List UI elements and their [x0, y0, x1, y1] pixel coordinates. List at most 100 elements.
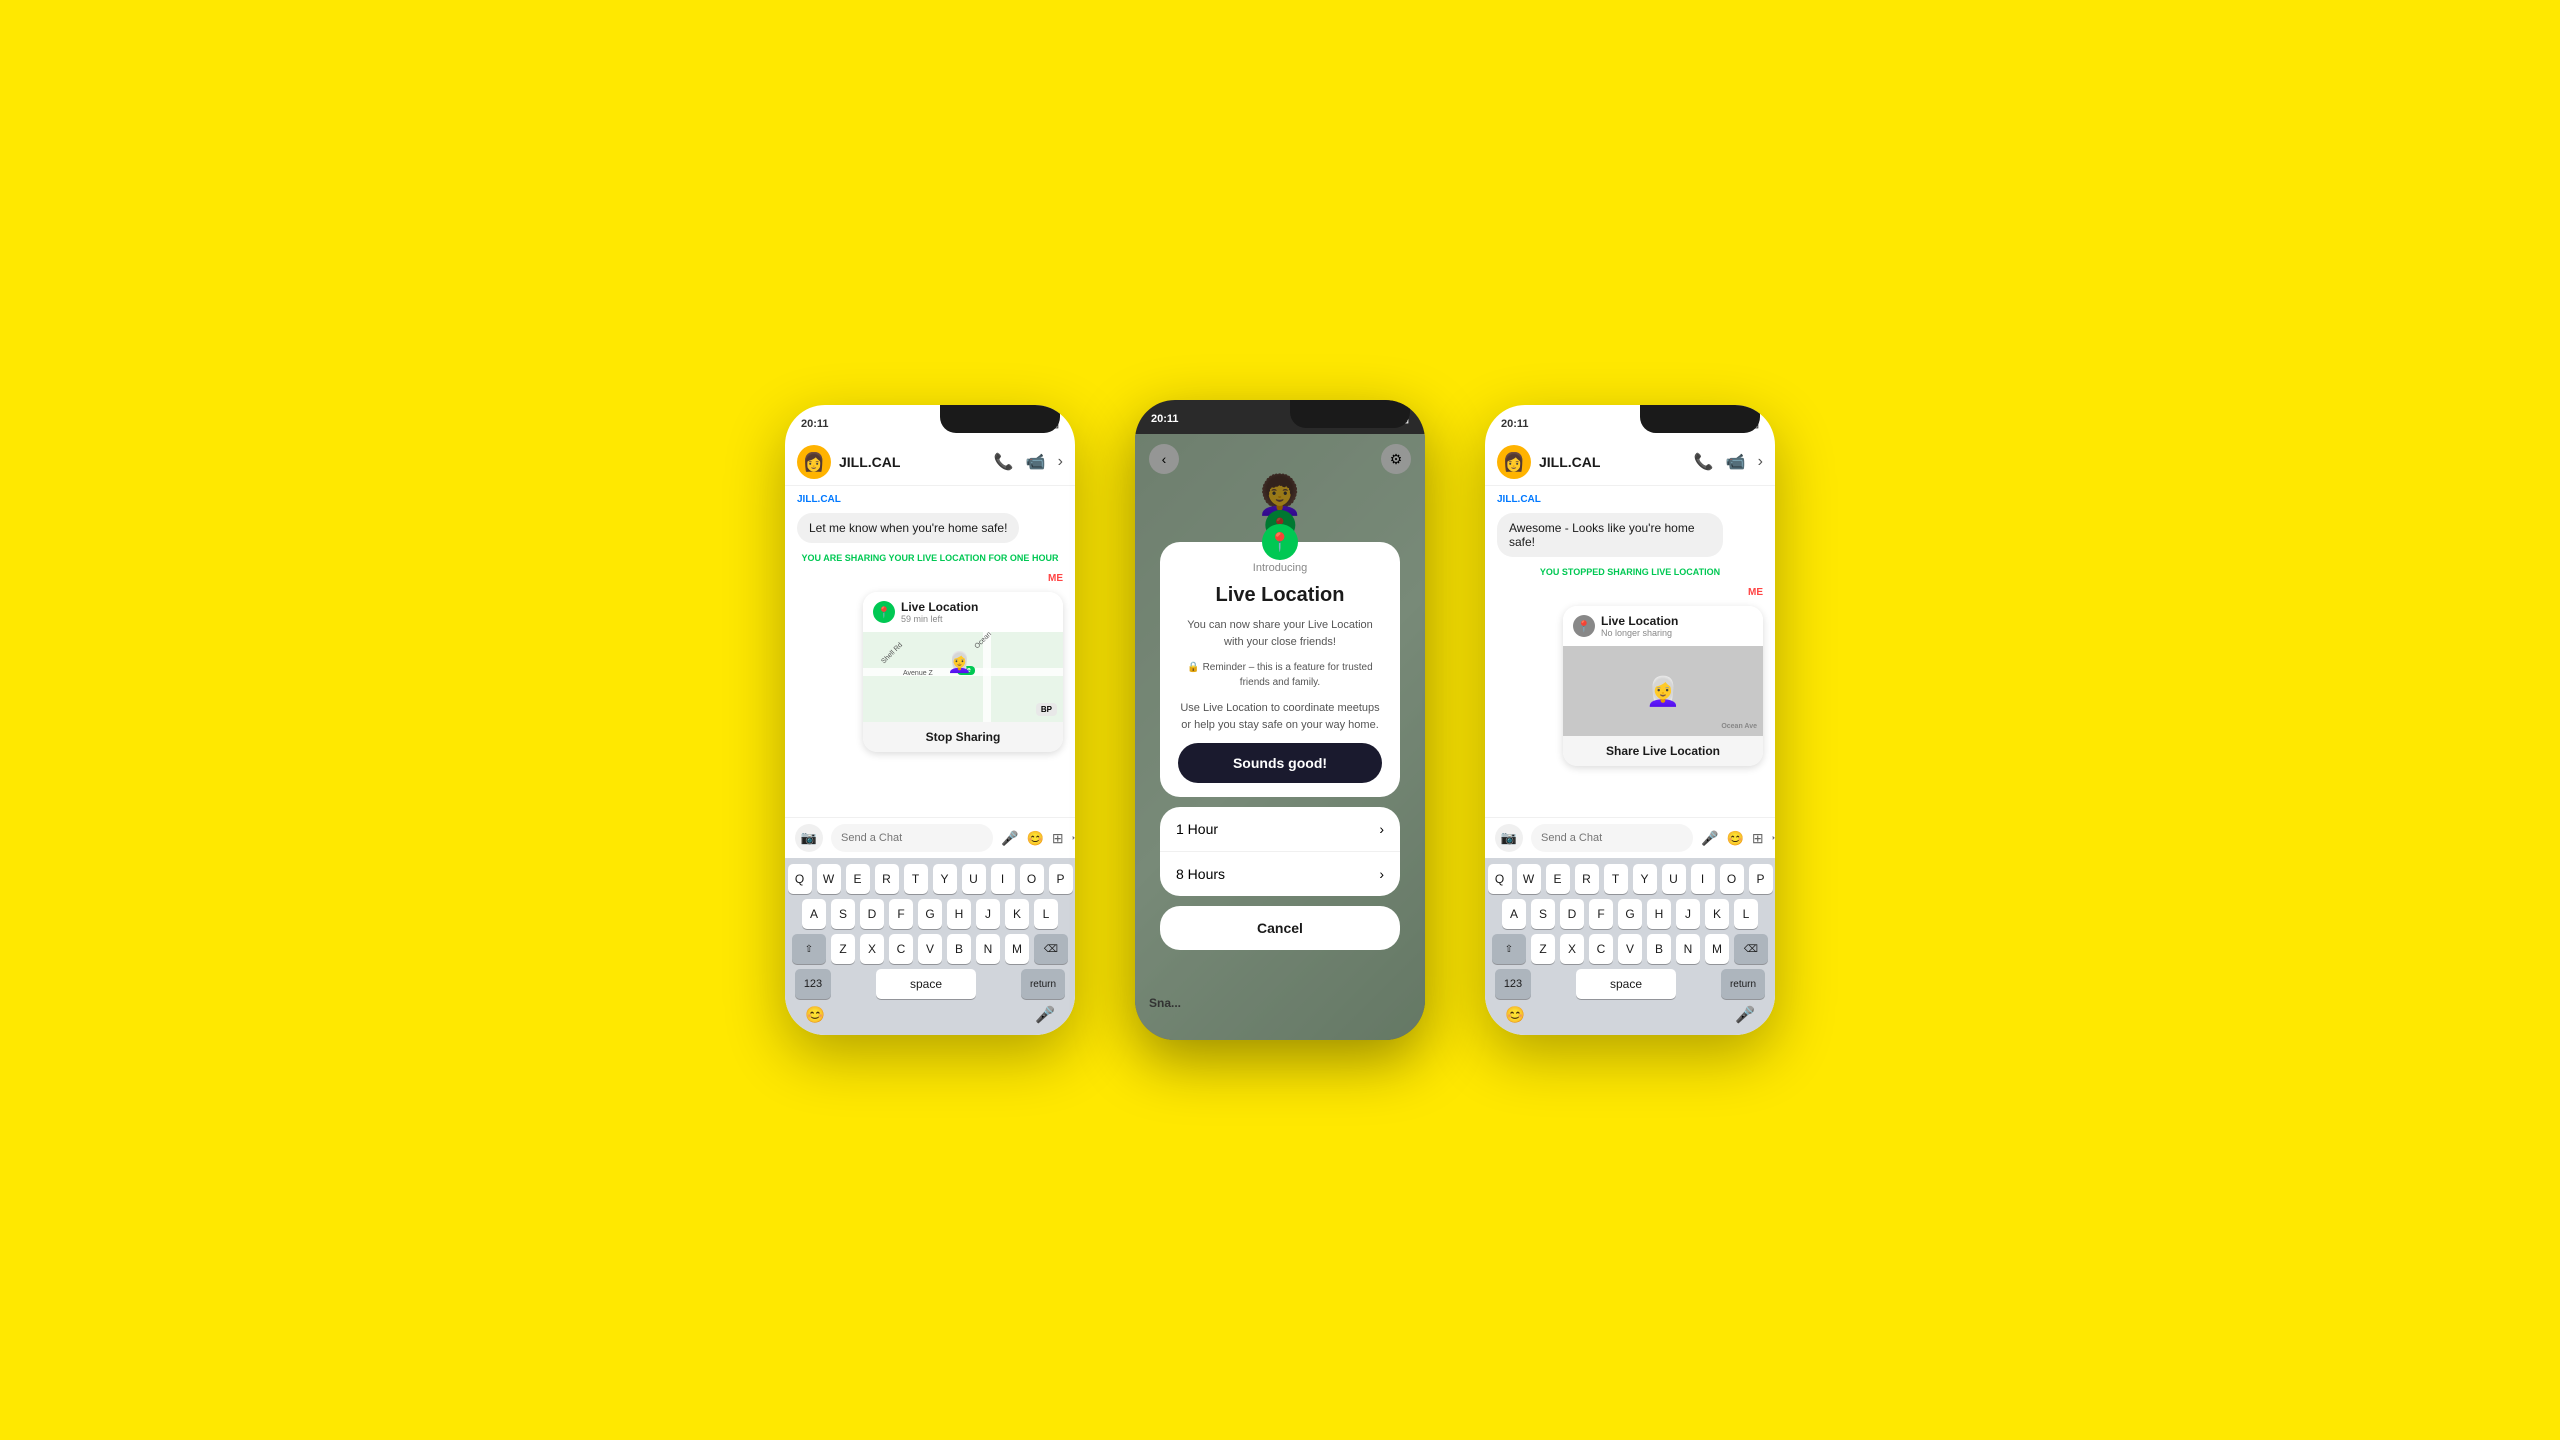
live-location-card-1[interactable]: 📍 Live Location 59 min left Shell Rd Ave… [863, 592, 1063, 752]
camera-btn-1[interactable]: 📷 [795, 824, 823, 852]
key-c-1[interactable]: C [889, 934, 913, 964]
attach-icon-3[interactable]: ⊞ [1752, 830, 1764, 847]
key-q-3[interactable]: Q [1488, 864, 1512, 894]
duration-item-1hour[interactable]: 1 Hour › [1160, 807, 1400, 852]
key-n-3[interactable]: N [1676, 934, 1700, 964]
space-key-3[interactable]: space [1576, 969, 1676, 999]
key-n-1[interactable]: N [976, 934, 1000, 964]
key-r-3[interactable]: R [1575, 864, 1599, 894]
emoji-keyboard-icon-3[interactable]: 😊 [1505, 1005, 1525, 1025]
key-w-1[interactable]: W [817, 864, 841, 894]
shift-key-3[interactable]: ⇧ [1492, 934, 1526, 964]
key-o-1[interactable]: O [1020, 864, 1044, 894]
live-location-card-3[interactable]: 📍 Live Location No longer sharing 👩‍🦳 Oc… [1563, 606, 1763, 766]
key-t-1[interactable]: T [904, 864, 928, 894]
key-d-3[interactable]: D [1560, 899, 1584, 929]
key-v-3[interactable]: V [1618, 934, 1642, 964]
modal-title-2: Live Location [1216, 584, 1345, 607]
key-m-3[interactable]: M [1705, 934, 1729, 964]
key-l-1[interactable]: L [1034, 899, 1058, 929]
key-j-3[interactable]: J [1676, 899, 1700, 929]
delete-key-1[interactable]: ⌫ [1034, 934, 1068, 964]
key-x-3[interactable]: X [1560, 934, 1584, 964]
phone-icon-3[interactable]: 📞 [1694, 452, 1714, 472]
key-w-3[interactable]: W [1517, 864, 1541, 894]
key-y-1[interactable]: Y [933, 864, 957, 894]
emoji-icon-3[interactable]: 😊 [1726, 830, 1743, 847]
key-a-1[interactable]: A [802, 899, 826, 929]
key-v-1[interactable]: V [918, 934, 942, 964]
mic-icon-1[interactable]: 🎤 [1001, 830, 1018, 847]
key-l-3[interactable]: L [1734, 899, 1758, 929]
chat-input-1[interactable] [831, 824, 993, 852]
chat-input-3[interactable] [1531, 824, 1693, 852]
key-f-3[interactable]: F [1589, 899, 1613, 929]
more-icon-3[interactable]: › [1758, 453, 1763, 471]
key-j-1[interactable]: J [976, 899, 1000, 929]
key-123-3[interactable]: 123 [1495, 969, 1531, 999]
key-h-1[interactable]: H [947, 899, 971, 929]
key-a-3[interactable]: A [1502, 899, 1526, 929]
video-icon-3[interactable]: 📹 [1726, 452, 1746, 472]
snap-icon-3[interactable]: ✈ [1772, 830, 1775, 847]
duration-item-8hours[interactable]: 8 Hours › [1160, 852, 1400, 896]
key-z-3[interactable]: Z [1531, 934, 1555, 964]
phone-icon-1[interactable]: 📞 [994, 452, 1014, 472]
avatar-1: 👩 [797, 445, 831, 479]
key-i-1[interactable]: I [991, 864, 1015, 894]
key-u-1[interactable]: U [962, 864, 986, 894]
key-d-1[interactable]: D [860, 899, 884, 929]
key-123-1[interactable]: 123 [795, 969, 831, 999]
key-t-3[interactable]: T [1604, 864, 1628, 894]
key-s-1[interactable]: S [831, 899, 855, 929]
sounds-good-btn[interactable]: Sounds good! [1178, 743, 1382, 783]
emoji-icon-1[interactable]: 😊 [1026, 830, 1043, 847]
introducing-label: Introducing [1253, 562, 1307, 574]
camera-btn-3[interactable]: 📷 [1495, 824, 1523, 852]
key-h-3[interactable]: H [1647, 899, 1671, 929]
key-q-1[interactable]: Q [788, 864, 812, 894]
key-r-1[interactable]: R [875, 864, 899, 894]
key-p-1[interactable]: P [1049, 864, 1073, 894]
key-b-3[interactable]: B [1647, 934, 1671, 964]
key-s-3[interactable]: S [1531, 899, 1555, 929]
mic-icon-3[interactable]: 🎤 [1701, 830, 1718, 847]
phone-notch-2 [1290, 400, 1410, 428]
key-m-1[interactable]: M [1005, 934, 1029, 964]
location-pin-1: 📍 [873, 601, 895, 623]
delete-key-3[interactable]: ⌫ [1734, 934, 1768, 964]
key-e-3[interactable]: E [1546, 864, 1570, 894]
share-location-btn-3[interactable]: Share Live Location [1563, 736, 1763, 766]
key-x-1[interactable]: X [860, 934, 884, 964]
key-f-1[interactable]: F [889, 899, 913, 929]
keyboard-bottom-1: 123 space return [789, 969, 1071, 999]
space-key-1[interactable]: space [876, 969, 976, 999]
more-icon-1[interactable]: › [1058, 453, 1063, 471]
key-y-3[interactable]: Y [1633, 864, 1657, 894]
key-g-3[interactable]: G [1618, 899, 1642, 929]
key-k-3[interactable]: K [1705, 899, 1729, 929]
return-key-1[interactable]: return [1021, 969, 1065, 999]
key-k-1[interactable]: K [1005, 899, 1029, 929]
cancel-btn-2[interactable]: Cancel [1160, 906, 1400, 950]
map-background-2: ‹ 👩‍🦱 📍 Sna... ⚙ 📍 Introducing Live Loca… [1135, 434, 1425, 1040]
keyboard-row3-1: ⇧ Z X C V B N M ⌫ [789, 934, 1071, 964]
key-p-3[interactable]: P [1749, 864, 1773, 894]
key-o-3[interactable]: O [1720, 864, 1744, 894]
key-c-3[interactable]: C [1589, 934, 1613, 964]
shift-key-1[interactable]: ⇧ [792, 934, 826, 964]
stop-sharing-btn-1[interactable]: Stop Sharing [863, 722, 1063, 752]
attach-icon-1[interactable]: ⊞ [1052, 830, 1064, 847]
mic-keyboard-icon-1[interactable]: 🎤 [1035, 1005, 1055, 1025]
mic-keyboard-icon-3[interactable]: 🎤 [1735, 1005, 1755, 1025]
video-icon-1[interactable]: 📹 [1026, 452, 1046, 472]
emoji-keyboard-icon-1[interactable]: 😊 [805, 1005, 825, 1025]
key-u-3[interactable]: U [1662, 864, 1686, 894]
snap-icon-1[interactable]: ✈ [1072, 830, 1075, 847]
key-e-1[interactable]: E [846, 864, 870, 894]
key-i-3[interactable]: I [1691, 864, 1715, 894]
key-z-1[interactable]: Z [831, 934, 855, 964]
key-g-1[interactable]: G [918, 899, 942, 929]
return-key-3[interactable]: return [1721, 969, 1765, 999]
key-b-1[interactable]: B [947, 934, 971, 964]
